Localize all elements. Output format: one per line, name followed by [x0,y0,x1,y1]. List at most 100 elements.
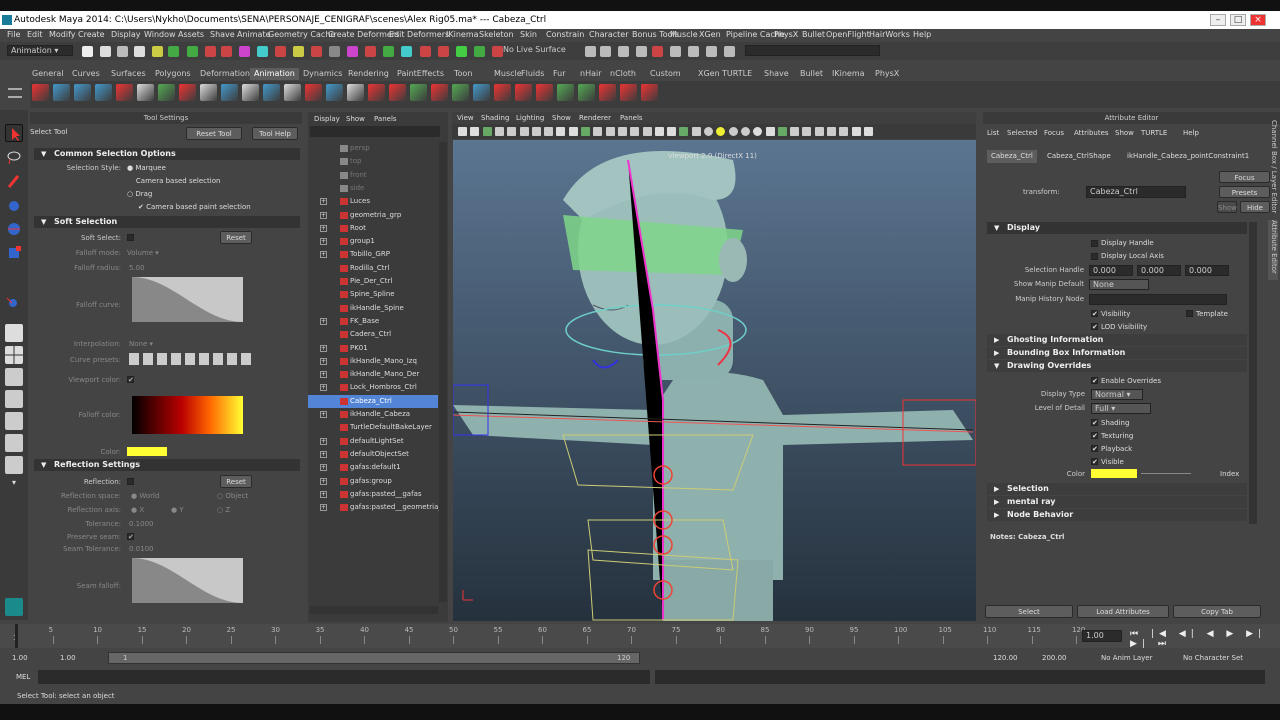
shelf-tool-icon[interactable] [326,84,343,101]
status-icon[interactable] [275,46,286,57]
viewport-tool-icon[interactable] [765,127,775,136]
outliner-item[interactable]: + gafas:pasted__gafas [308,488,438,501]
outliner-item[interactable]: + ikHandle_Mano_Der [308,368,438,381]
shelf-tab-toon[interactable]: Toon [454,69,472,78]
axis-z-radio[interactable]: ○ Z [217,506,230,514]
expand-icon[interactable]: + [320,198,327,206]
object-radio[interactable]: ○ Object [217,492,248,500]
layout-persp-outliner-icon[interactable] [5,368,23,386]
status-icon[interactable] [492,46,503,57]
focus-button[interactable]: Focus [1219,171,1270,183]
curve-presets-row[interactable] [129,353,259,365]
viewport-menu-view[interactable]: View [457,114,474,122]
status-icon[interactable] [652,46,663,57]
viewport-menu-shading[interactable]: Shading [481,114,509,122]
ae-tab[interactable]: ikHandle_Cabeza_pointConstraint1 [1123,150,1258,163]
seam-falloff-graph[interactable] [132,558,243,603]
shelf-tab-painteffects[interactable]: PaintEffects [397,69,444,78]
ae-menu-list[interactable]: List [987,129,999,137]
status-icon[interactable] [724,46,735,57]
selection-handle-z[interactable]: 0.000 [1185,265,1229,276]
menu-character[interactable]: Character [589,30,629,39]
seam-tolerance-field[interactable]: 0.0100 [129,545,154,553]
viewport-tool-icon[interactable] [617,127,627,136]
outliner-filter-field[interactable] [310,126,440,137]
shelf-tab-deformation[interactable]: Deformation [200,69,250,78]
status-icon[interactable] [205,46,216,57]
ae-tab[interactable]: Cabeza_CtrlShape [1043,150,1121,163]
layout-single-icon[interactable] [5,324,23,342]
show-manip-icon[interactable] [5,294,23,312]
quick-input-field[interactable] [745,45,880,56]
expand-icon[interactable]: + [320,371,327,379]
ae-tab[interactable]: Cabeza_Ctrl [987,150,1037,163]
outliner-item[interactable]: + gafas:pasted__geometria_ [308,501,442,514]
layout-graph-icon[interactable] [5,434,23,452]
show-button[interactable]: Show [1217,201,1237,213]
viewport-menu-show[interactable]: Show [552,114,571,122]
paint-select-icon[interactable] [5,172,23,190]
viewport-tool-icon[interactable] [544,127,554,136]
expand-icon[interactable]: + [320,411,327,418]
shelf-tab-fur[interactable]: Fur [553,69,566,78]
status-icon[interactable] [311,46,322,57]
viewport-tool-icon[interactable] [519,127,529,136]
attribute-editor-side-tab[interactable]: Attribute Editor [1268,220,1278,280]
shelf-tool-icon[interactable] [305,84,322,101]
time-slider[interactable]: 1510152025303540455055606570758085909510… [0,624,1280,649]
load-attributes-button[interactable]: Load Attributes [1077,605,1169,618]
presets-button[interactable]: Presets [1219,186,1270,198]
layout-hypershade-icon[interactable] [5,412,23,430]
shelf-tool-icon[interactable] [641,84,658,101]
outliner-item[interactable]: + group1 [308,235,438,248]
ae-menu-help[interactable]: Help [1183,129,1199,137]
mel-label[interactable]: MEL [16,673,30,681]
preserve-seam-checkbox[interactable]: ✔ [127,533,134,541]
mental-ray-section[interactable]: ▶ mental ray [987,496,1247,508]
shelf-tab-curves[interactable]: Curves [72,69,100,78]
node-behavior-section[interactable]: ▶ Node Behavior [987,509,1247,521]
status-icon[interactable] [420,46,431,57]
expand-icon[interactable]: + [320,211,327,219]
status-icon[interactable] [706,46,717,57]
falloff-curve-graph[interactable] [132,277,243,322]
expand-icon[interactable]: + [320,317,327,325]
reflection-settings-section[interactable]: ▼ Reflection Settings [34,459,300,471]
outliner-item[interactable]: + Tobillo_GRP [308,248,438,261]
display-type-dropdown[interactable]: Normal ▾ [1091,389,1143,400]
viewport-tool-icon[interactable] [863,127,873,136]
viewport-tool-icon[interactable] [642,127,652,136]
status-icon[interactable] [585,46,596,57]
anim-start-field[interactable]: 1.00 [12,654,28,662]
status-icon[interactable] [401,46,412,57]
playback-start-field[interactable]: 1.00 [60,654,76,662]
bounding-box-section[interactable]: ▶ Bounding Box Information [987,347,1247,359]
outliner-item[interactable]: + ikHandle_Cabeza [308,408,438,421]
maximize-button[interactable]: □ [1230,14,1246,26]
range-slider[interactable]: 1 120 [108,652,640,664]
ae-menu-show[interactable]: Show [1115,129,1134,137]
menu-edit-deformers[interactable]: Edit Deformers [389,30,449,39]
shelf-tab-dynamics[interactable]: Dynamics [303,69,342,78]
move-tool-icon[interactable] [5,196,23,214]
viewport-scene[interactable]: Viewport 2.0 (DirectX 11) [452,140,977,621]
viewport-tool-icon[interactable] [740,127,750,136]
viewport-tool-icon[interactable] [691,127,701,136]
outliner-item[interactable]: Spine_Spline [308,288,438,301]
shelf-tab-rendering[interactable]: Rendering [348,69,389,78]
select-button[interactable]: Select [985,605,1073,618]
scale-tool-icon[interactable] [5,244,23,262]
expand-icon[interactable]: + [320,344,327,352]
status-icon[interactable] [688,46,699,57]
menu-skin[interactable]: Skin [520,30,537,39]
ae-scrollbar[interactable] [1249,222,1257,524]
lod-visibility-checkbox[interactable]: ✔ [1091,323,1098,331]
viewport-tool-icon[interactable] [593,127,603,136]
visibility-checkbox[interactable]: ✔ [1091,310,1098,318]
common-selection-section[interactable]: ▼ Common Selection Options [34,148,300,160]
shelf-tool-icon[interactable] [242,84,259,101]
shelf-tool-icon[interactable] [179,84,196,101]
shelf-tool-icon[interactable] [557,84,574,101]
outliner-item[interactable]: + defaultLightSet [308,435,438,448]
menu-bullet[interactable]: Bullet [802,30,825,39]
